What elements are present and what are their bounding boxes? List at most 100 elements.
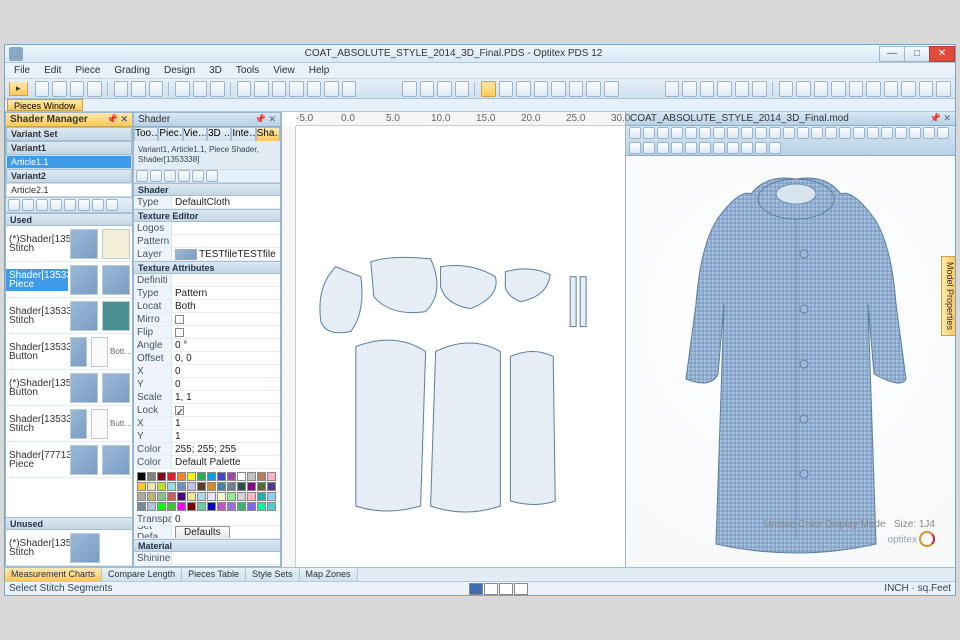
prop-value[interactable] bbox=[172, 274, 280, 286]
shader-tab[interactable]: Vie… bbox=[183, 127, 207, 141]
prop-value[interactable] bbox=[172, 313, 280, 325]
sm-tool-6[interactable] bbox=[78, 199, 90, 211]
shader-item[interactable]: Shader[7771375]Piece bbox=[6, 442, 132, 478]
maximize-button[interactable]: □ bbox=[904, 46, 930, 62]
tool-e[interactable] bbox=[307, 81, 322, 97]
tool-c[interactable] bbox=[272, 81, 287, 97]
palette-color[interactable] bbox=[237, 482, 246, 491]
shader-item[interactable]: Shader[1353340]Stitch bbox=[6, 298, 132, 334]
vp3d-tool-8[interactable] bbox=[741, 127, 753, 139]
palette-color[interactable] bbox=[177, 502, 186, 511]
tool-3d-1[interactable] bbox=[665, 81, 680, 97]
tool-help[interactable] bbox=[342, 81, 357, 97]
pieces-window-tab[interactable]: Pieces Window bbox=[7, 99, 83, 111]
vp3d-tool-16[interactable] bbox=[853, 127, 865, 139]
variant-item[interactable]: Article1.1 bbox=[6, 155, 132, 169]
palette-color[interactable] bbox=[167, 492, 176, 501]
vp3d-tool-25[interactable] bbox=[657, 142, 669, 154]
status-cell[interactable] bbox=[484, 583, 498, 595]
palette-color[interactable] bbox=[247, 492, 256, 501]
palette-color[interactable] bbox=[217, 502, 226, 511]
prop-value[interactable]: 1 bbox=[172, 417, 280, 429]
vp3d-tool-13[interactable] bbox=[811, 127, 823, 139]
palette-color[interactable] bbox=[187, 502, 196, 511]
prop-value[interactable]: 0 bbox=[172, 513, 280, 525]
tool-zoom[interactable] bbox=[210, 81, 225, 97]
vp3d-tool-5[interactable] bbox=[699, 127, 711, 139]
prop-value[interactable]: DefaultCloth bbox=[172, 196, 280, 208]
prop-value[interactable] bbox=[172, 235, 280, 247]
palette-color[interactable] bbox=[217, 492, 226, 501]
bottom-tab[interactable]: Style Sets bbox=[246, 568, 300, 581]
palette-color[interactable] bbox=[187, 472, 196, 481]
palette-color[interactable] bbox=[147, 492, 156, 501]
tool-3d-12[interactable] bbox=[866, 81, 881, 97]
prop-value[interactable] bbox=[172, 552, 280, 564]
status-cell[interactable] bbox=[499, 583, 513, 595]
palette-color[interactable] bbox=[207, 502, 216, 511]
palette-color[interactable] bbox=[217, 472, 226, 481]
palette-color[interactable] bbox=[247, 482, 256, 491]
palette-color[interactable] bbox=[237, 502, 246, 511]
prop-value[interactable]: 1, 1 bbox=[172, 391, 280, 403]
tool-g3[interactable] bbox=[437, 81, 452, 97]
palette-color[interactable] bbox=[137, 482, 146, 491]
sm-tool-5[interactable] bbox=[64, 199, 76, 211]
tool-3d-10[interactable] bbox=[831, 81, 846, 97]
tool-paste[interactable] bbox=[149, 81, 164, 97]
sp-tool-2[interactable] bbox=[150, 170, 162, 182]
vp3d-tool-3[interactable] bbox=[671, 127, 683, 139]
prop-value[interactable]: 0 bbox=[172, 378, 280, 390]
prop-value[interactable]: Default Palette bbox=[172, 456, 280, 468]
vp3d-tool-6[interactable] bbox=[713, 127, 725, 139]
palette-color[interactable] bbox=[257, 502, 266, 511]
defaults-button[interactable]: Defaults bbox=[172, 526, 280, 538]
vp3d-tool-14[interactable] bbox=[825, 127, 837, 139]
palette-color[interactable] bbox=[157, 472, 166, 481]
section-material[interactable]: Material bbox=[134, 539, 280, 552]
palette-color[interactable] bbox=[197, 472, 206, 481]
palette-color[interactable] bbox=[167, 472, 176, 481]
palette-color[interactable] bbox=[227, 502, 236, 511]
vp3d-tool-24[interactable] bbox=[643, 142, 655, 154]
shader-tab[interactable]: Piec… bbox=[158, 127, 182, 141]
palette-color[interactable] bbox=[227, 472, 236, 481]
vp3d-tool-9[interactable] bbox=[755, 127, 767, 139]
palette-color[interactable] bbox=[257, 492, 266, 501]
menu-3d[interactable]: 3D bbox=[204, 64, 227, 77]
tool-h7[interactable] bbox=[586, 81, 601, 97]
pin-icon[interactable]: 📌 ✕ bbox=[255, 114, 276, 125]
prop-value[interactable]: TESTfileTESTfile bbox=[172, 248, 280, 260]
palette-color[interactable] bbox=[157, 482, 166, 491]
tool-copy[interactable] bbox=[131, 81, 146, 97]
pin-icon[interactable]: 📌 ✕ bbox=[930, 113, 951, 124]
tool-open[interactable] bbox=[52, 81, 67, 97]
close-button[interactable]: ✕ bbox=[929, 46, 955, 62]
vp3d-tool-18[interactable] bbox=[881, 127, 893, 139]
prop-value[interactable]: 0 bbox=[172, 365, 280, 377]
shader-item[interactable]: (*)Shader[1353368]Button bbox=[6, 370, 132, 406]
vp3d-tool-27[interactable] bbox=[685, 142, 697, 154]
menu-design[interactable]: Design bbox=[159, 64, 200, 77]
vp3d-tool-0[interactable] bbox=[629, 127, 641, 139]
palette-color[interactable] bbox=[157, 492, 166, 501]
tool-print[interactable] bbox=[87, 81, 102, 97]
palette-color[interactable] bbox=[267, 492, 276, 501]
shader-tab[interactable]: Inte… bbox=[231, 127, 255, 141]
sm-tool-3[interactable] bbox=[36, 199, 48, 211]
tool-3d-6[interactable] bbox=[752, 81, 767, 97]
used-section-header[interactable]: Used bbox=[6, 213, 132, 226]
shader-item[interactable]: (*)Shader[1353335]Stitch bbox=[6, 226, 132, 262]
tool-3d-13[interactable] bbox=[884, 81, 899, 97]
tool-a[interactable] bbox=[237, 81, 252, 97]
bottom-tab[interactable]: Pieces Table bbox=[182, 568, 246, 581]
pin-icon[interactable]: 📌 ✕ bbox=[107, 114, 128, 125]
sm-tool-8[interactable] bbox=[106, 199, 118, 211]
tool-3d-8[interactable] bbox=[796, 81, 811, 97]
color-palette[interactable] bbox=[134, 469, 280, 513]
palette-color[interactable] bbox=[227, 482, 236, 491]
menu-tools[interactable]: Tools bbox=[231, 64, 264, 77]
vp3d-tool-26[interactable] bbox=[671, 142, 683, 154]
minimize-button[interactable]: — bbox=[879, 46, 905, 62]
palette-color[interactable] bbox=[177, 472, 186, 481]
